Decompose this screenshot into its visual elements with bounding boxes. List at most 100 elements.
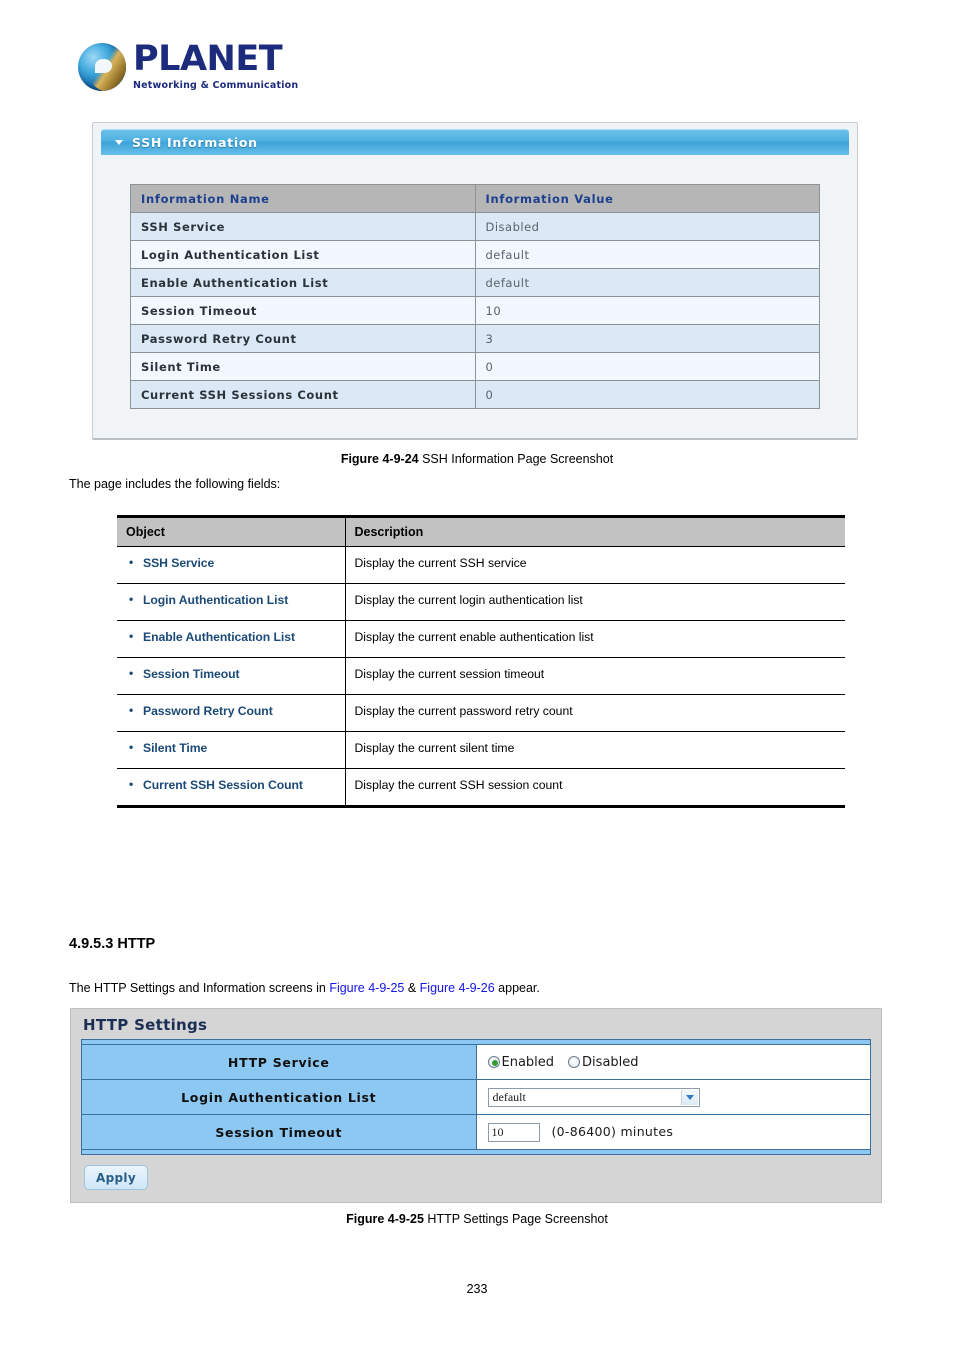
brand-name: PLANET: [133, 39, 283, 79]
row-value-enable-authentication-list: default: [474, 268, 820, 297]
ssh-information-table: Information Name Information Value SSH S…: [130, 184, 820, 409]
session-timeout-hint: (0-86400) minutes: [551, 1123, 674, 1139]
description-silent-time: Display the current silent time: [345, 731, 845, 769]
table-header-row: Information Name Information Value: [130, 184, 820, 213]
label-http-service: HTTP Service: [81, 1044, 477, 1080]
login-authentication-select[interactable]: default: [487, 1087, 700, 1107]
row-value-current-ssh-sessions-count: 0: [474, 380, 820, 409]
login-authentication-list-row: Login Authentication List default: [81, 1079, 871, 1115]
figure-label: Figure 4-9-24: [340, 452, 419, 466]
table-row: Silent Time Display the current silent t…: [117, 731, 845, 769]
description-enable-authentication-list: Display the current enable authenticatio…: [345, 620, 845, 658]
http-settings-panel: HTTP Settings HTTP Service Enabled Disab…: [70, 1008, 882, 1203]
table-bottom-bar: [81, 1149, 871, 1155]
table-row: Enable Authentication List default: [130, 268, 820, 297]
figure-text: SSH Information Page Screenshot: [418, 452, 614, 466]
table-row: Silent Time 0: [130, 352, 820, 381]
figure-link-4-9-25[interactable]: Figure 4-9-25: [329, 981, 404, 995]
label-session-timeout: Session Timeout: [81, 1114, 477, 1150]
http-service-control-cell: Enabled Disabled: [475, 1044, 871, 1080]
section-paragraph: The HTTP Settings and Information screen…: [69, 981, 540, 995]
table-row: Current SSH Session Count Display the cu…: [117, 768, 845, 808]
chevron-down-icon[interactable]: [680, 1089, 698, 1105]
intro-paragraph: The page includes the following fields:: [69, 477, 281, 491]
http-settings-title: HTTP Settings: [83, 1016, 208, 1034]
figure-text: HTTP Settings Page Screenshot: [423, 1212, 608, 1226]
login-authentication-selected-value: default: [492, 1089, 526, 1104]
table-row: SSH Service Disabled: [130, 212, 820, 241]
table-row: SSH Service Display the current SSH serv…: [117, 546, 845, 584]
column-header-object: Object: [117, 515, 346, 547]
logo-text-block: PLANET Networking & Communication: [133, 39, 299, 92]
table-row: Current SSH Sessions Count 0: [130, 380, 820, 409]
radio-disabled-icon[interactable]: [568, 1056, 581, 1068]
figure-link-4-9-26[interactable]: Figure 4-9-26: [420, 981, 495, 995]
object-description-table: Object Description SSH Service Display t…: [117, 515, 845, 808]
object-silent-time: Silent Time: [117, 731, 346, 769]
brand-tagline: Networking & Communication: [133, 80, 299, 91]
session-timeout-row: Session Timeout 10 (0-86400) minutes: [81, 1114, 871, 1150]
row-value-session-timeout: 10: [474, 296, 820, 325]
page-number: 233: [466, 1282, 488, 1296]
row-label-silent-time: Silent Time: [130, 352, 476, 381]
radio-enabled-label: Enabled: [501, 1054, 555, 1070]
label-login-authentication-list: Login Authentication List: [81, 1079, 477, 1115]
table-row: Session Timeout 10: [130, 296, 820, 325]
paragraph-mid: &: [404, 981, 420, 995]
figure-caption-4-9-25: Figure 4-9-25 HTTP Settings Page Screens…: [0, 1212, 954, 1226]
radio-option-disabled[interactable]: Disabled: [568, 1054, 639, 1070]
figure-caption-4-9-24: Figure 4-9-24 SSH Information Page Scree…: [0, 452, 954, 466]
figure-label: Figure 4-9-25: [346, 1212, 424, 1226]
row-value-ssh-service: Disabled: [474, 212, 820, 241]
row-label-session-timeout: Session Timeout: [130, 296, 476, 325]
object-login-authentication-list: Login Authentication List: [117, 583, 346, 621]
description-password-retry-count: Display the current password retry count: [345, 694, 845, 732]
http-settings-table: HTTP Service Enabled Disabled Login Auth…: [81, 1039, 871, 1155]
column-header-information-name: Information Name: [130, 184, 476, 213]
table-row: Enable Authentication List Display the c…: [117, 620, 845, 658]
globe-icon: [78, 42, 126, 91]
ssh-panel-title: SSH Information: [132, 134, 258, 150]
description-ssh-service: Display the current SSH service: [345, 546, 845, 584]
apply-button[interactable]: Apply: [84, 1165, 148, 1190]
chevron-down-icon[interactable]: [115, 139, 123, 145]
table-row: Password Retry Count 3: [130, 324, 820, 353]
row-label-ssh-service: SSH Service: [130, 212, 476, 241]
row-label-login-authentication-list: Login Authentication List: [130, 240, 476, 269]
table-header-row: Object Description: [117, 515, 845, 547]
ssh-panel-header[interactable]: SSH Information: [101, 129, 849, 155]
object-session-timeout: Session Timeout: [117, 657, 346, 695]
http-service-row: HTTP Service Enabled Disabled: [81, 1044, 871, 1080]
column-header-information-value: Information Value: [474, 184, 820, 213]
paragraph-prefix: The HTTP Settings and Information screen…: [69, 981, 330, 995]
table-row: Password Retry Count Display the current…: [117, 694, 845, 732]
session-timeout-control-cell: 10 (0-86400) minutes: [475, 1114, 871, 1150]
table-row: Session Timeout Display the current sess…: [117, 657, 845, 695]
http-service-radio-group[interactable]: Enabled Disabled: [487, 1054, 870, 1070]
row-label-enable-authentication-list: Enable Authentication List: [130, 268, 476, 297]
paragraph-suffix: appear.: [494, 981, 540, 995]
description-session-timeout: Display the current session timeout: [345, 657, 845, 695]
session-timeout-input[interactable]: 10: [487, 1122, 540, 1142]
row-label-current-ssh-sessions-count: Current SSH Sessions Count: [130, 380, 476, 409]
radio-enabled-icon[interactable]: [487, 1056, 500, 1068]
description-current-ssh-session-count: Display the current SSH session count: [345, 768, 845, 808]
table-row: Login Authentication List default: [130, 240, 820, 269]
row-value-login-authentication-list: default: [474, 240, 820, 269]
section-heading-http: 4.9.5.3 HTTP: [69, 936, 156, 952]
table-row: Login Authentication List Display the cu…: [117, 583, 845, 621]
radio-option-enabled[interactable]: Enabled: [487, 1054, 555, 1070]
ssh-information-panel: SSH Information Information Name Informa…: [92, 122, 858, 440]
row-value-password-retry-count: 3: [474, 324, 820, 353]
row-value-silent-time: 0: [474, 352, 820, 381]
description-login-authentication-list: Display the current login authentication…: [345, 583, 845, 621]
object-ssh-service: SSH Service: [117, 546, 346, 584]
object-password-retry-count: Password Retry Count: [117, 694, 346, 732]
login-authentication-control-cell: default: [475, 1079, 871, 1115]
column-header-description: Description: [345, 515, 845, 547]
planet-logo: PLANET Networking & Communication: [78, 42, 298, 91]
object-enable-authentication-list: Enable Authentication List: [117, 620, 346, 658]
row-label-password-retry-count: Password Retry Count: [130, 324, 476, 353]
radio-disabled-label: Disabled: [582, 1054, 639, 1070]
object-current-ssh-session-count: Current SSH Session Count: [117, 768, 346, 808]
